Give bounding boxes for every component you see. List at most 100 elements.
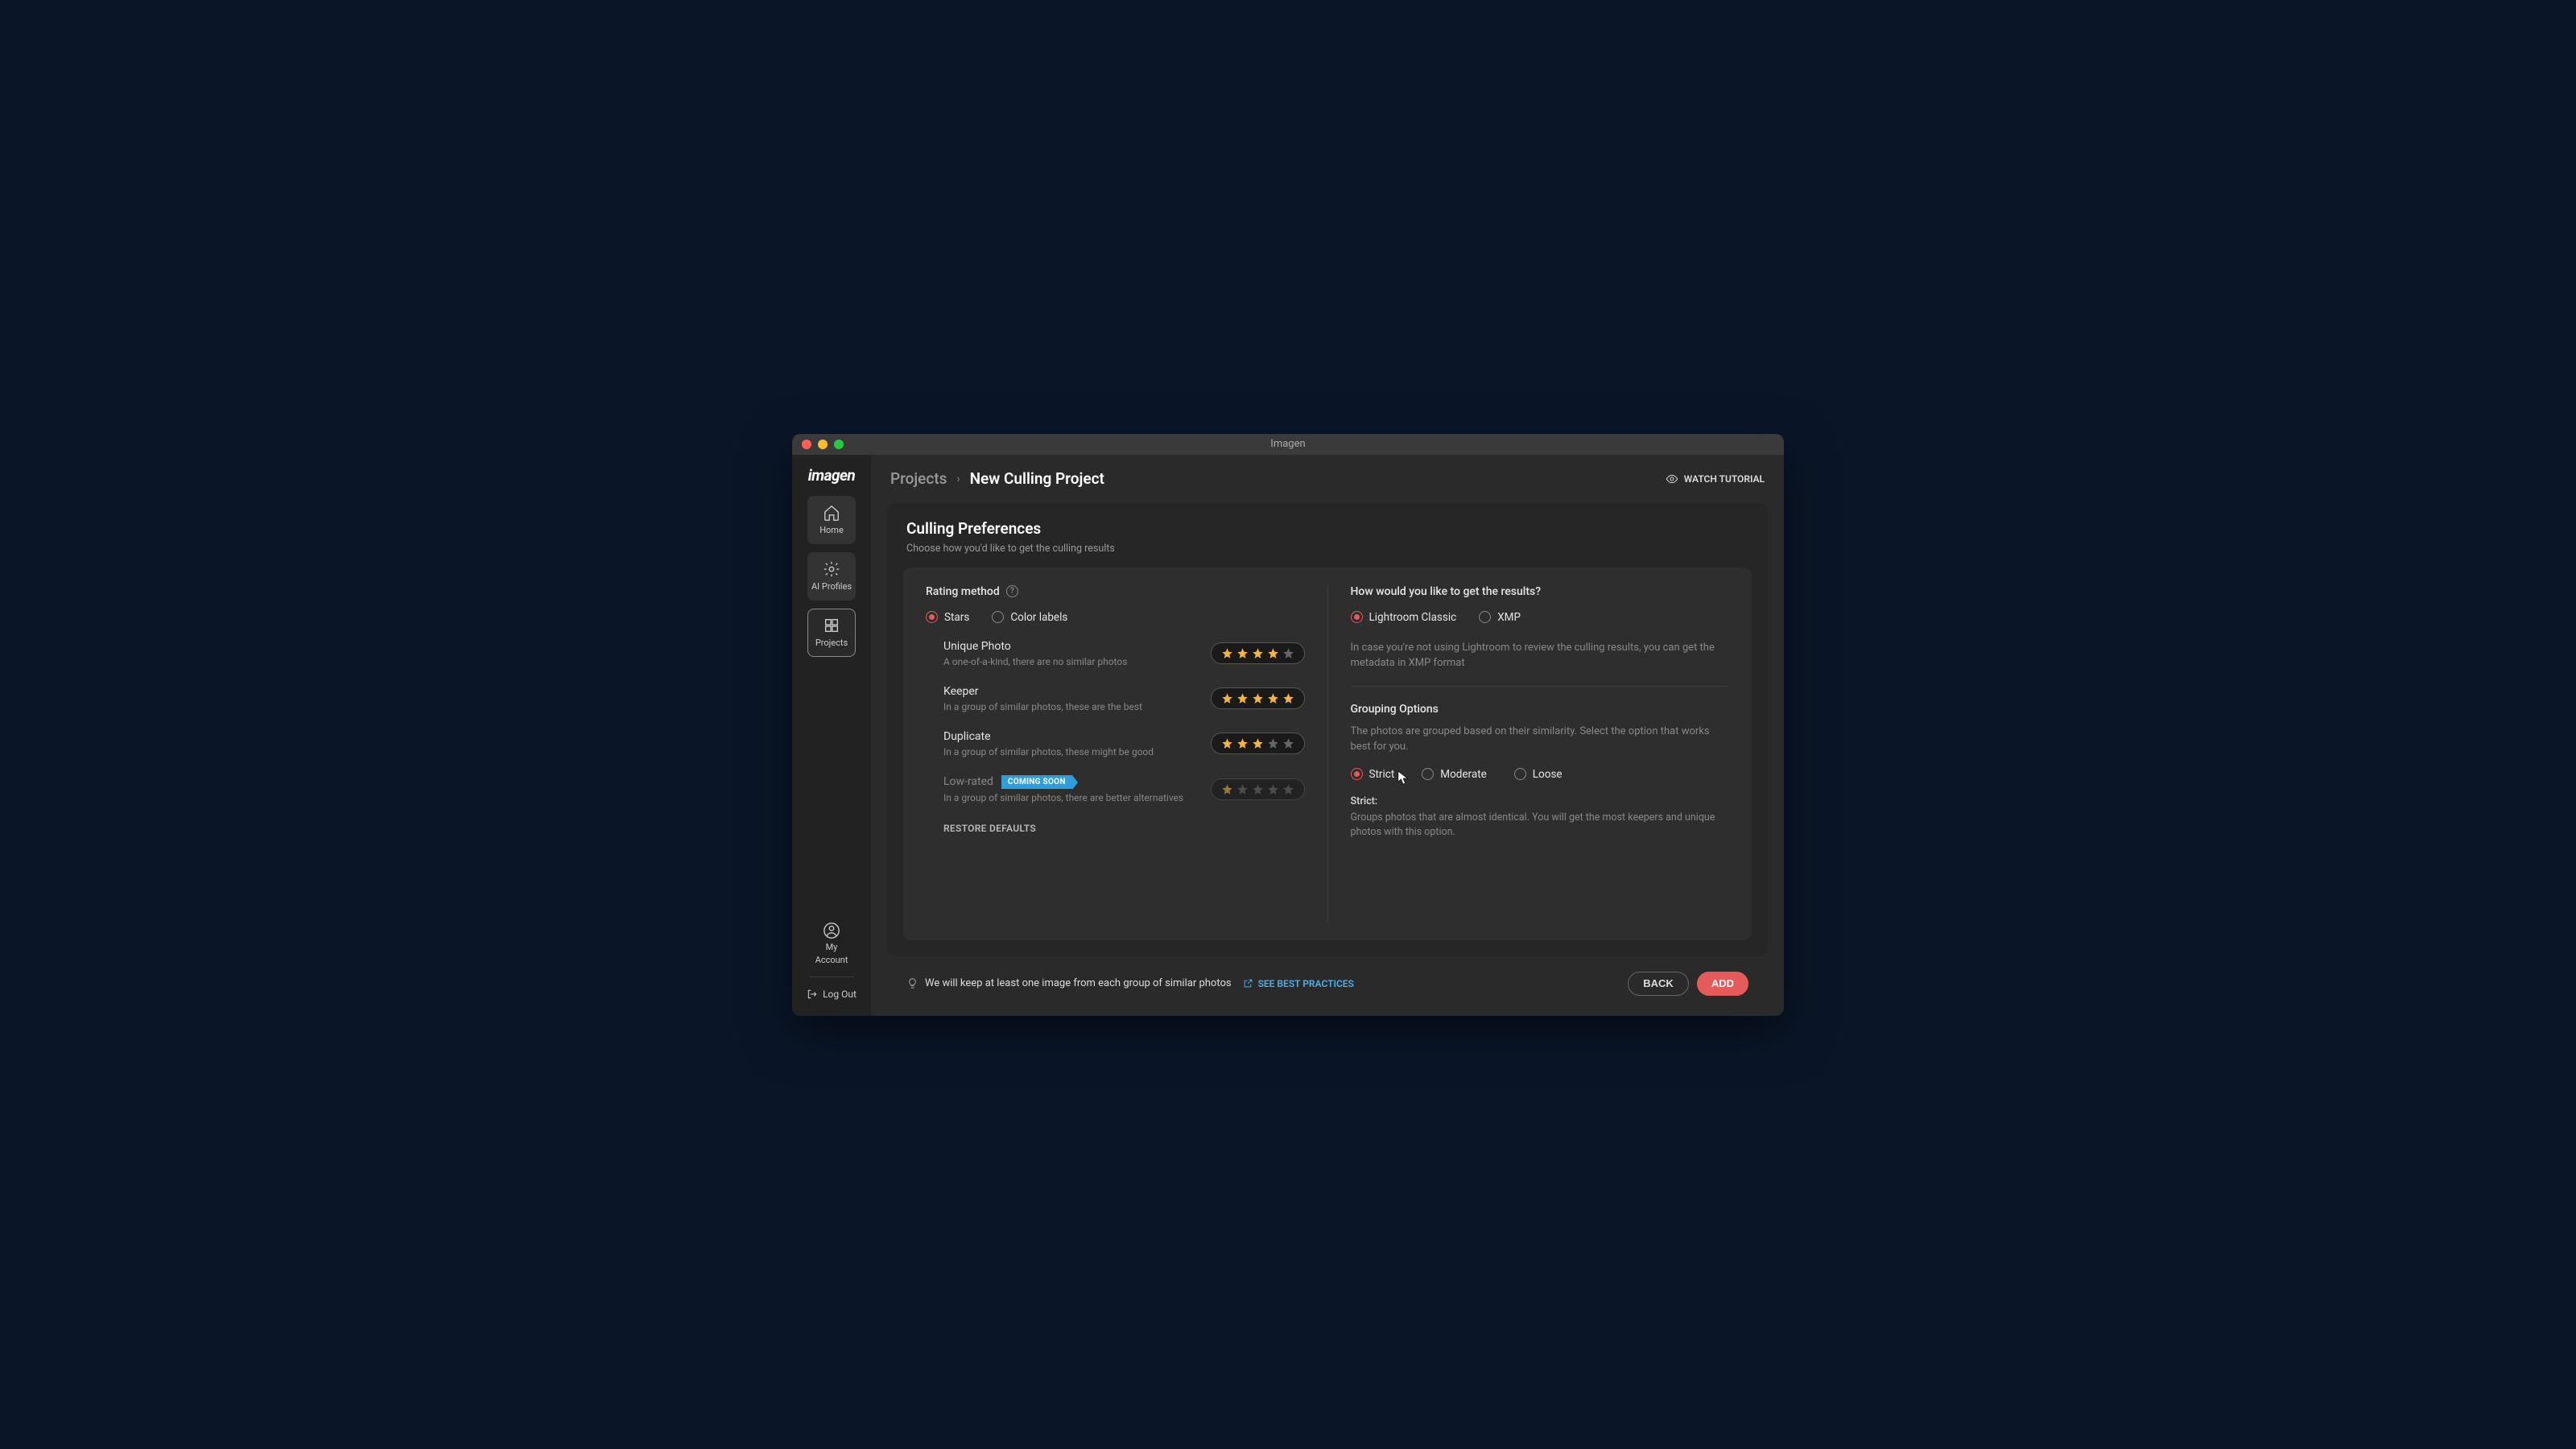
sidebar-item-label: Projects xyxy=(815,638,848,648)
star-icon xyxy=(1267,737,1279,749)
rating-item: Unique PhotoA one-of-a-kind, there are n… xyxy=(943,640,1305,667)
footer: We will keep at least one image from eac… xyxy=(887,961,1768,1006)
account-label-2: Account xyxy=(815,955,848,965)
star-icon xyxy=(1267,692,1279,704)
titlebar: Imagen xyxy=(792,434,1784,455)
logout-button[interactable]: Log Out xyxy=(807,989,857,1000)
hint-text: We will keep at least one image from eac… xyxy=(925,977,1232,989)
external-link-icon xyxy=(1243,978,1253,989)
coming-soon-badge: COMING SOON xyxy=(1001,775,1072,789)
radio-moderate[interactable]: Moderate xyxy=(1422,768,1487,781)
star-icon xyxy=(1252,783,1264,795)
radio-label: Lightroom Classic xyxy=(1369,611,1457,624)
star-icon xyxy=(1267,783,1279,795)
content-head: Culling Preferences Choose how you'd lik… xyxy=(887,503,1768,568)
rating-name: Unique Photo xyxy=(943,640,1195,653)
right-panel: How would you like to get the results? L… xyxy=(1328,568,1752,940)
radio-label: Strict xyxy=(1369,768,1395,781)
star-rating xyxy=(1211,778,1305,800)
star-icon xyxy=(1252,647,1264,659)
best-practices-link[interactable]: SEE BEST PRACTICES xyxy=(1243,978,1354,989)
grouping-radios: Strict Moderate Loose xyxy=(1351,768,1730,781)
rating-list: Unique PhotoA one-of-a-kind, there are n… xyxy=(926,640,1305,803)
rating-method-radios: Stars Color labels xyxy=(926,611,1305,624)
breadcrumb-current: New Culling Project xyxy=(970,469,1104,488)
watch-tutorial-label: WATCH TUTORIAL xyxy=(1684,473,1765,485)
add-button[interactable]: ADD xyxy=(1697,972,1748,996)
radio-dot-icon xyxy=(992,611,1004,623)
star-icon xyxy=(1282,647,1294,659)
star-icon xyxy=(1267,647,1279,659)
star-icon xyxy=(1221,692,1233,704)
radio-xmp[interactable]: XMP xyxy=(1479,611,1521,624)
main: Projects › New Culling Project WATCH TUT… xyxy=(871,455,1784,1016)
page-title: Culling Preferences xyxy=(906,519,1748,538)
breadcrumb-root[interactable]: Projects xyxy=(890,469,947,488)
star-icon xyxy=(1236,692,1249,704)
star-icon xyxy=(1221,783,1233,795)
star-icon xyxy=(1221,647,1233,659)
radio-lightroom-classic[interactable]: Lightroom Classic xyxy=(1351,611,1457,624)
back-button[interactable]: BACK xyxy=(1628,972,1689,996)
star-icon xyxy=(1236,737,1249,749)
star-icon xyxy=(1252,692,1264,704)
rating-desc: In a group of similar photos, there are … xyxy=(943,792,1195,803)
results-radios: Lightroom Classic XMP xyxy=(1351,611,1730,624)
radio-dot-icon xyxy=(926,611,938,623)
radio-dot-icon xyxy=(1422,768,1434,780)
rating-item: KeeperIn a group of similar photos, thes… xyxy=(943,685,1305,712)
restore-defaults-button[interactable]: RESTORE DEFAULTS xyxy=(926,823,1305,834)
radio-label: XMP xyxy=(1497,611,1521,624)
radio-color-labels[interactable]: Color labels xyxy=(992,611,1067,624)
best-practices-label: SEE BEST PRACTICES xyxy=(1258,978,1354,989)
header: Projects › New Culling Project WATCH TUT… xyxy=(871,455,1784,503)
home-icon xyxy=(823,504,840,522)
projects-icon xyxy=(823,617,840,634)
star-icon xyxy=(1282,783,1294,795)
chevron-right-icon: › xyxy=(956,473,960,485)
footer-right: BACK ADD xyxy=(1628,972,1748,996)
radio-strict[interactable]: Strict xyxy=(1351,768,1395,781)
left-panel: Rating method ? Stars Color labels xyxy=(903,568,1327,940)
radio-dot-icon xyxy=(1351,611,1363,623)
rating-name: Low-ratedCOMING SOON xyxy=(943,775,1195,789)
sidebar-item-account[interactable]: My Account xyxy=(815,922,848,965)
star-icon xyxy=(1252,737,1264,749)
rating-name: Duplicate xyxy=(943,730,1195,743)
strict-text: Groups photos that are almost identical.… xyxy=(1351,811,1730,841)
footer-hint: We will keep at least one image from eac… xyxy=(906,977,1232,989)
traffic-lights xyxy=(802,440,844,449)
sidebar-item-ai-profiles[interactable]: AI Profiles xyxy=(807,552,856,601)
radio-label: Moderate xyxy=(1440,768,1487,781)
logout-label: Log Out xyxy=(823,989,857,1000)
star-rating[interactable] xyxy=(1211,733,1305,754)
footer-left: We will keep at least one image from eac… xyxy=(906,977,1354,989)
star-icon xyxy=(1236,783,1249,795)
minimize-icon[interactable] xyxy=(818,440,828,449)
radio-label: Stars xyxy=(944,611,969,624)
radio-dot-icon xyxy=(1479,611,1491,623)
radio-label: Loose xyxy=(1533,768,1563,781)
eye-icon xyxy=(1666,473,1678,485)
radio-dot-icon xyxy=(1514,768,1526,780)
sidebar-item-home[interactable]: Home xyxy=(807,496,856,544)
radio-stars[interactable]: Stars xyxy=(926,611,969,624)
rating-desc: In a group of similar photos, these migh… xyxy=(943,746,1195,758)
window-title: Imagen xyxy=(1270,438,1305,450)
star-icon xyxy=(1236,647,1249,659)
user-icon xyxy=(823,922,840,939)
star-rating[interactable] xyxy=(1211,687,1305,709)
sidebar-nav: Home AI Profiles Projects xyxy=(807,496,856,657)
star-icon xyxy=(1282,737,1294,749)
watch-tutorial-button[interactable]: WATCH TUTORIAL xyxy=(1666,473,1765,485)
body: imagen Home AI Profiles Projects xyxy=(792,455,1784,1016)
help-icon[interactable]: ? xyxy=(1006,585,1018,597)
zoom-icon[interactable] xyxy=(834,440,844,449)
sidebar-item-projects[interactable]: Projects xyxy=(807,609,856,657)
rating-item: Low-ratedCOMING SOON In a group of simila… xyxy=(943,775,1305,803)
close-icon[interactable] xyxy=(802,440,811,449)
grouping-description: The photos are grouped based on their si… xyxy=(1351,724,1730,755)
star-icon xyxy=(1221,737,1233,749)
radio-loose[interactable]: Loose xyxy=(1514,768,1563,781)
star-rating[interactable] xyxy=(1211,642,1305,664)
